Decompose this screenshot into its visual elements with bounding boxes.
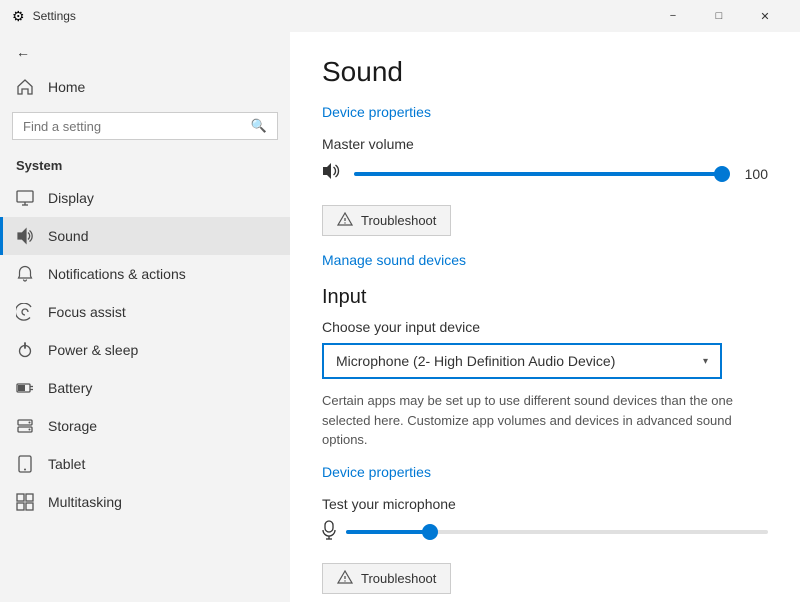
- microphone-slider-row: [322, 520, 768, 545]
- sound-icon: [16, 227, 34, 245]
- volume-slider[interactable]: [354, 164, 722, 184]
- output-troubleshoot-label: Troubleshoot: [361, 213, 436, 228]
- titlebar: ⚙ Settings − □ ✕: [0, 0, 800, 32]
- search-input[interactable]: [23, 119, 243, 134]
- sidebar-item-focus-label: Focus assist: [48, 304, 126, 320]
- back-icon: ←: [16, 44, 30, 60]
- home-icon: [16, 78, 34, 96]
- volume-slider-track: [354, 172, 722, 176]
- titlebar-left: ⚙ Settings: [12, 8, 76, 25]
- microphone-slider-thumb[interactable]: [422, 524, 438, 540]
- back-button[interactable]: ←: [0, 36, 290, 68]
- sidebar-search[interactable]: 🔍: [12, 112, 278, 140]
- volume-slider-thumb[interactable]: [714, 166, 730, 182]
- sidebar-item-sound[interactable]: Sound: [0, 217, 290, 255]
- output-device-properties-link[interactable]: Device properties: [322, 104, 431, 120]
- maximize-button[interactable]: □: [696, 0, 742, 32]
- input-device-value: Microphone (2- High Definition Audio Dev…: [336, 353, 615, 369]
- storage-icon: [16, 417, 34, 435]
- input-device-dropdown[interactable]: Microphone (2- High Definition Audio Dev…: [322, 343, 722, 379]
- warning-icon: [337, 212, 353, 229]
- microphone-level-fill: [346, 530, 430, 534]
- output-troubleshoot-button[interactable]: Troubleshoot: [322, 205, 451, 236]
- display-icon: [16, 189, 34, 207]
- sidebar-item-power[interactable]: Power & sleep: [0, 331, 290, 369]
- manage-sound-devices-link[interactable]: Manage sound devices: [322, 252, 466, 268]
- home-label: Home: [48, 79, 85, 95]
- microphone-icon: [322, 520, 336, 545]
- sidebar-item-notifications[interactable]: Notifications & actions: [0, 255, 290, 293]
- page-title: Sound: [322, 56, 768, 88]
- sidebar-item-storage[interactable]: Storage: [0, 407, 290, 445]
- sidebar-item-sound-label: Sound: [48, 228, 88, 244]
- search-icon: 🔍: [251, 118, 267, 134]
- sidebar-item-home[interactable]: Home: [0, 68, 290, 106]
- tablet-icon: [16, 455, 34, 473]
- sidebar: ← Home 🔍 System: [0, 32, 290, 602]
- test-microphone-label: Test your microphone: [322, 496, 768, 512]
- master-volume-row: 100: [322, 162, 768, 185]
- volume-icon: [322, 162, 344, 185]
- multitasking-icon: [16, 493, 34, 511]
- sidebar-item-tablet-label: Tablet: [48, 456, 85, 472]
- minimize-button[interactable]: −: [650, 0, 696, 32]
- close-button[interactable]: ✕: [742, 0, 788, 32]
- sidebar-item-focus[interactable]: Focus assist: [0, 293, 290, 331]
- sidebar-item-display-label: Display: [48, 190, 94, 206]
- volume-value: 100: [732, 166, 768, 182]
- sidebar-item-tablet[interactable]: Tablet: [0, 445, 290, 483]
- sidebar-item-display[interactable]: Display: [0, 179, 290, 217]
- input-device-properties-link[interactable]: Device properties: [322, 464, 431, 480]
- chevron-down-icon: ▾: [703, 356, 708, 367]
- sidebar-item-multitasking-label: Multitasking: [48, 494, 122, 510]
- input-section-title: Input: [322, 286, 768, 309]
- titlebar-controls: − □ ✕: [650, 0, 788, 32]
- sidebar-item-multitasking[interactable]: Multitasking: [0, 483, 290, 521]
- sidebar-item-storage-label: Storage: [48, 418, 97, 434]
- content-area: Sound Device properties Master volume 10…: [290, 32, 800, 602]
- master-volume-label: Master volume: [322, 136, 768, 152]
- choose-input-label: Choose your input device: [322, 319, 768, 335]
- sidebar-item-battery-label: Battery: [48, 380, 92, 396]
- input-info-text: Certain apps may be set up to use differ…: [322, 391, 768, 450]
- battery-icon: [16, 379, 34, 397]
- focus-icon: [16, 303, 34, 321]
- microphone-level-track[interactable]: [346, 530, 768, 534]
- notifications-icon: [16, 265, 34, 283]
- sidebar-item-battery[interactable]: Battery: [0, 369, 290, 407]
- input-warning-icon: [337, 570, 353, 587]
- app-icon: ⚙: [12, 8, 25, 25]
- input-troubleshoot-button[interactable]: Troubleshoot: [322, 563, 451, 594]
- input-troubleshoot-label: Troubleshoot: [361, 571, 436, 586]
- sidebar-section-label: System: [0, 146, 290, 179]
- titlebar-title: Settings: [33, 9, 76, 23]
- sidebar-item-notifications-label: Notifications & actions: [48, 266, 186, 282]
- sidebar-item-power-label: Power & sleep: [48, 342, 138, 358]
- power-icon: [16, 341, 34, 359]
- app-body: ← Home 🔍 System: [0, 32, 800, 602]
